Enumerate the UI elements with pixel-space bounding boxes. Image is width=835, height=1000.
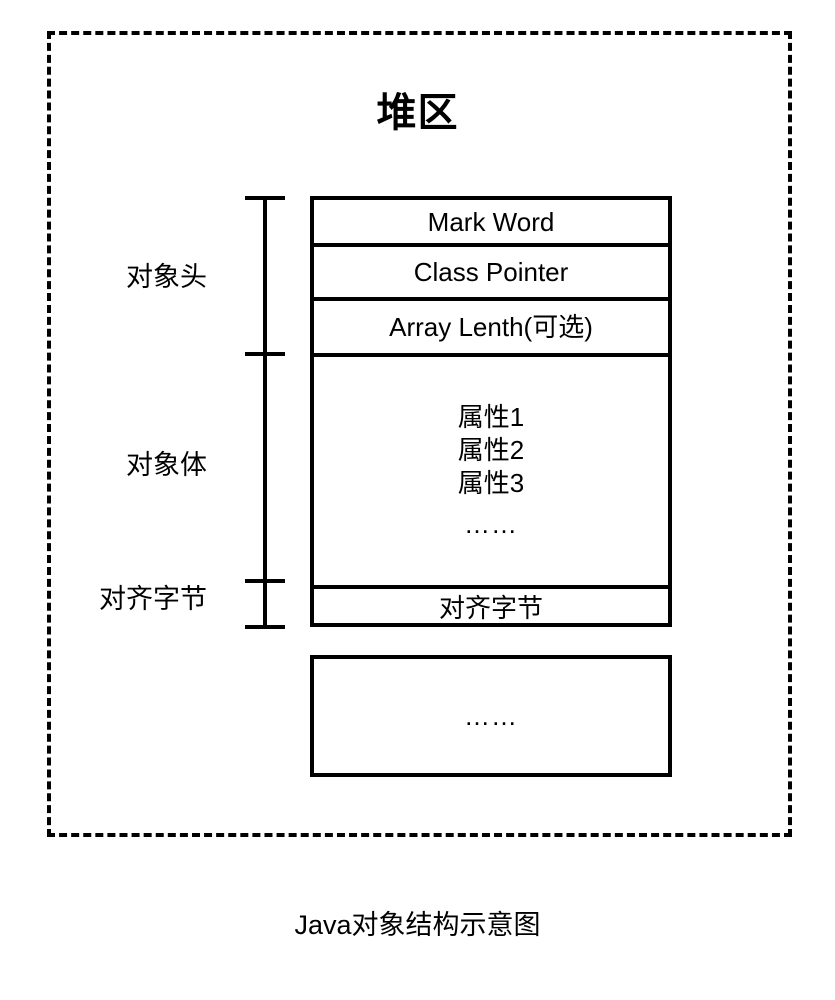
more-objects-box: …… — [310, 655, 672, 777]
side-label-object-body: 对象体 — [126, 450, 207, 480]
object-row-mark-word: Mark Word — [314, 200, 668, 247]
object-row-class-pointer-label: Class Pointer — [413, 257, 569, 287]
figure-caption: Java对象结构示意图 — [294, 910, 541, 940]
object-row-instance-data: 属性1 属性2 属性3 …… — [314, 357, 668, 589]
instance-field-3: 属性3 — [457, 468, 525, 498]
more-objects-ellipsis: …… — [464, 701, 518, 731]
bracket-spine — [263, 196, 267, 629]
bracket-tick-top — [245, 196, 285, 200]
object-row-padding-bytes-label: 对齐字节 — [438, 593, 543, 623]
object-row-class-pointer: Class Pointer — [314, 247, 668, 301]
bracket-tick-header-end — [245, 352, 285, 356]
object-row-array-length: Array Lenth(可选) — [314, 301, 668, 357]
bracket-tick-body-end — [245, 579, 285, 583]
side-label-object-header: 对象头 — [126, 262, 207, 292]
bracket-tick-bottom — [245, 625, 285, 629]
instance-field-2: 属性2 — [457, 435, 525, 465]
object-row-mark-word-label: Mark Word — [427, 206, 555, 237]
java-object-structure-diagram: 堆区 对象头 对象体 对齐字节 Mark Word Class Pointer … — [0, 0, 835, 1000]
java-object-box: Mark Word Class Pointer Array Lenth(可选) … — [310, 196, 672, 627]
object-row-array-length-label: Array Lenth(可选) — [389, 312, 593, 342]
side-label-padding-bytes: 对齐字节 — [99, 584, 207, 614]
instance-field-1: 属性1 — [457, 402, 525, 432]
object-size-bracket — [244, 190, 290, 635]
heap-region-title: 堆区 — [376, 91, 459, 135]
instance-fields-ellipsis: …… — [464, 509, 518, 539]
object-row-padding-bytes: 对齐字节 — [314, 589, 668, 627]
